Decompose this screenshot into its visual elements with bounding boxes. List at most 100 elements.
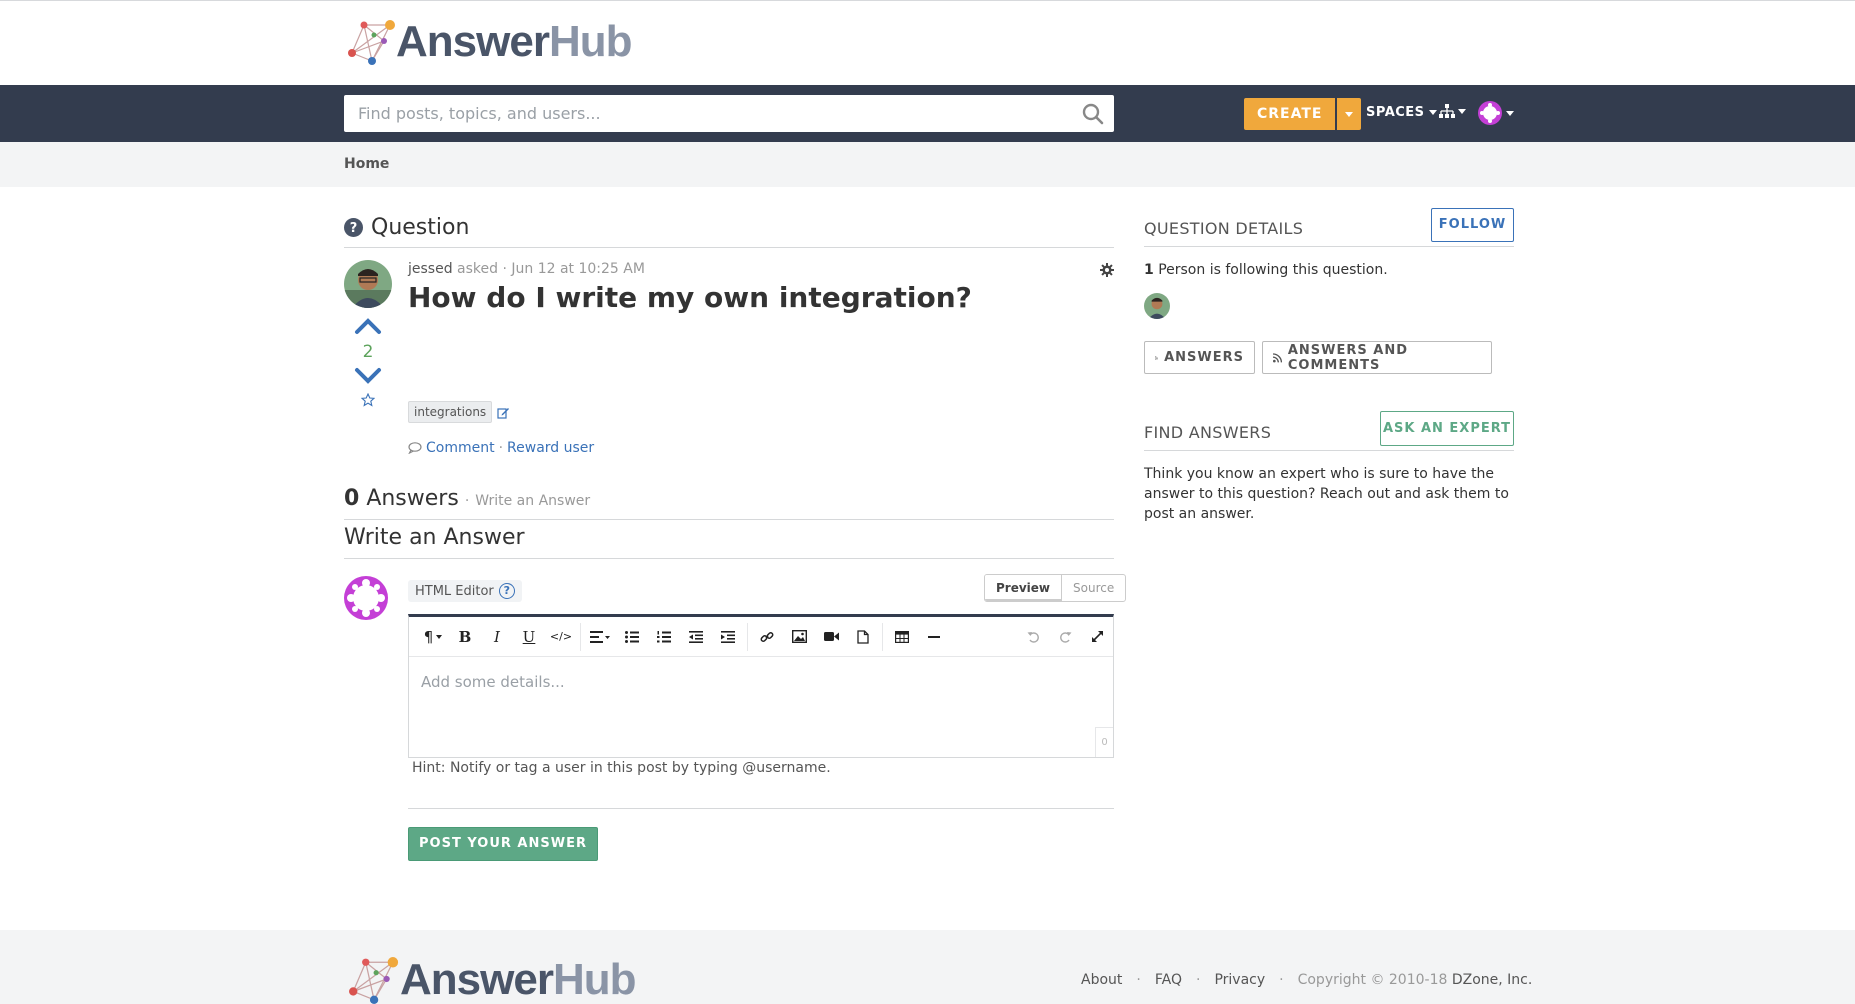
redo-button[interactable]	[1049, 617, 1081, 657]
divider	[344, 519, 1114, 520]
undo-button[interactable]	[1017, 617, 1049, 657]
spaces-label: SPACES	[1366, 105, 1425, 120]
search-icon[interactable]	[1082, 103, 1104, 129]
spaces-menu[interactable]: SPACES	[1366, 105, 1437, 120]
current-user-avatar	[344, 576, 388, 624]
rss-answers-comments-label: ANSWERS AND COMMENTS	[1287, 342, 1409, 373]
expand-icon	[1091, 631, 1103, 642]
about-link[interactable]: About	[1081, 972, 1122, 988]
indent-button[interactable]	[712, 617, 744, 657]
comment-link[interactable]: Comment	[426, 440, 495, 456]
create-dropdown-button[interactable]	[1337, 98, 1362, 130]
follower-avatar[interactable]	[1144, 293, 1170, 319]
write-answer-link[interactable]: Write an Answer	[475, 493, 590, 509]
downvote-button[interactable]	[354, 367, 382, 389]
brand-name: AnswerHub	[396, 17, 632, 66]
avatar[interactable]	[344, 260, 392, 308]
align-button[interactable]	[584, 617, 616, 657]
bullet-list-icon	[625, 630, 639, 643]
breadcrumb: Home	[0, 142, 1855, 187]
answer-body-input[interactable]: Add some details...	[409, 657, 1113, 707]
reward-user-link[interactable]: Reward user	[507, 440, 594, 456]
follow-button[interactable]: FOLLOW	[1431, 208, 1514, 242]
insert-image-button[interactable]	[783, 617, 815, 657]
outdent-button[interactable]	[680, 617, 712, 657]
editor-mode-label: HTML Editor ?	[408, 580, 522, 602]
user-menu[interactable]	[1478, 101, 1514, 125]
horizontal-rule-button[interactable]	[918, 617, 950, 657]
bold-button[interactable]: B	[449, 617, 481, 657]
rss-icon	[1273, 352, 1282, 363]
rss-answers-comments-button[interactable]: ANSWERS AND COMMENTS	[1262, 341, 1492, 374]
italic-button[interactable]: I	[481, 617, 513, 657]
logo-network-icon	[349, 957, 399, 1004]
vote-count: 2	[362, 342, 374, 362]
footer-logo[interactable]: AnswerHub	[344, 956, 636, 1004]
numbered-list-icon	[657, 630, 671, 642]
section-title: Question	[371, 215, 470, 240]
insert-video-button[interactable]	[815, 617, 847, 657]
brand-logo[interactable]: AnswerHub	[344, 17, 632, 66]
rss-icon	[1155, 355, 1159, 360]
tab-preview[interactable]: Preview	[985, 575, 1063, 601]
divider	[344, 558, 1114, 559]
post-answer-button[interactable]: POST YOUR ANSWER	[408, 827, 598, 861]
help-icon[interactable]: ?	[498, 583, 515, 599]
topic-tag[interactable]: integrations	[408, 401, 493, 423]
privacy-link[interactable]: Privacy	[1214, 972, 1265, 988]
numbered-list-button[interactable]	[648, 617, 680, 657]
redo-icon	[1059, 631, 1071, 643]
align-left-icon	[590, 630, 610, 643]
link-icon	[760, 631, 774, 642]
rss-answers-button[interactable]: ANSWERS	[1144, 341, 1255, 374]
faq-link[interactable]: FAQ	[1155, 972, 1182, 988]
find-answers-text: Think you know an expert who is sure to …	[1144, 466, 1509, 522]
bullet-list-button[interactable]	[616, 617, 648, 657]
answers-count: 0 Answers	[344, 486, 459, 511]
indent-icon	[721, 630, 735, 643]
question-meta: jessed asked · Jun 12 at 10:25 AM	[408, 261, 645, 277]
tab-source[interactable]: Source	[1062, 575, 1125, 601]
author-link[interactable]: jessed	[408, 261, 453, 277]
create-button[interactable]: CREATE	[1244, 98, 1336, 130]
breadcrumb-home[interactable]: Home	[344, 156, 389, 172]
footer-dot: ·	[1195, 972, 1201, 988]
top-nav: CREATE SPACES	[0, 85, 1855, 142]
edit-tags-icon[interactable]	[497, 404, 510, 423]
sitemap-menu[interactable]	[1439, 104, 1466, 118]
followers-text: 1 Person is following this question.	[1144, 262, 1388, 278]
rich-text-editor: ¶ B I U </> Add some details... 0	[408, 614, 1114, 758]
fullscreen-button[interactable]	[1081, 617, 1113, 657]
video-camera-icon	[823, 632, 839, 641]
underline-button[interactable]: U	[513, 617, 545, 657]
divider	[344, 247, 1114, 248]
upvote-button[interactable]	[354, 317, 382, 339]
paragraph-format-button[interactable]: ¶	[417, 617, 449, 657]
footer-links: About · FAQ · Privacy · Copyright © 2010…	[1081, 972, 1532, 988]
search-input[interactable]	[344, 95, 1044, 132]
paragraph-icon: ¶	[423, 627, 434, 646]
favorite-button[interactable]	[360, 392, 376, 411]
html-editor-label: HTML Editor	[415, 583, 494, 599]
toolbar-separator	[882, 622, 883, 651]
toolbar-separator	[580, 622, 581, 651]
search-box	[344, 95, 1114, 132]
insert-file-button[interactable]	[847, 617, 879, 657]
action-separator: ·	[498, 440, 504, 456]
editor-toolbar: ¶ B I U </>	[409, 617, 1113, 657]
comment-icon	[408, 442, 422, 454]
question-title: How do I write my own integration?	[408, 281, 972, 314]
chevron-down-icon	[1428, 110, 1437, 115]
answers-separator: ·	[464, 493, 470, 509]
footer: AnswerHub About · FAQ · Privacy · Copyri…	[0, 930, 1855, 1004]
code-button[interactable]: </>	[545, 617, 577, 657]
insert-table-button[interactable]	[886, 617, 918, 657]
gear-icon[interactable]	[1100, 262, 1114, 281]
character-counter: 0	[1095, 727, 1113, 757]
chevron-up-icon	[355, 318, 381, 334]
ask-expert-button[interactable]: ASK AN EXPERT	[1380, 411, 1514, 446]
user-avatar-icon	[1478, 101, 1502, 125]
file-icon	[857, 629, 869, 644]
header: AnswerHub	[0, 1, 1855, 85]
insert-link-button[interactable]	[751, 617, 783, 657]
